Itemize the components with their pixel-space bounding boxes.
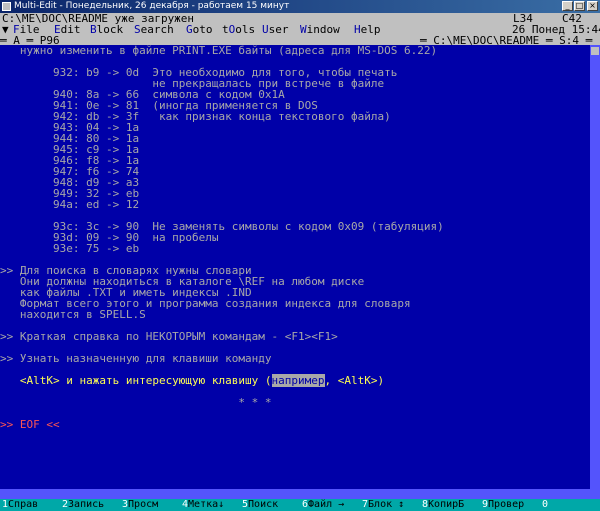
- text-line: находится в SPELL.S: [0, 308, 146, 321]
- cursor-line-after: , <AltK>): [324, 374, 385, 387]
- text-line: >> Краткая справка по НЕКОТОРЫМ командам…: [0, 330, 338, 343]
- menu-goto[interactable]: Goto: [186, 24, 213, 35]
- function-key-bar: 1Справ 2Запись 3Просм 4Метка↓ 5Поиск 6Фа…: [0, 499, 600, 511]
- fkey-5[interactable]: 5Поиск: [242, 499, 278, 511]
- fkey-7[interactable]: 7Блок ↕: [362, 499, 404, 511]
- multi-edit-window: Multi-Edit - Понедельник, 26 декабря - р…: [0, 0, 600, 511]
- separator-stars: * * *: [0, 396, 272, 409]
- menu-search[interactable]: Search: [134, 24, 174, 35]
- cursor-line-before: <AltK> и нажать интересующую клавишу (: [0, 374, 272, 387]
- text-line: нужно изменить в файле PRINT.EXE байты (…: [0, 44, 438, 57]
- editor-area[interactable]: нужно изменить в файле PRINT.EXE байты (…: [0, 45, 590, 489]
- menu-window[interactable]: Window: [300, 24, 340, 35]
- text-line: 93e: 75 -> eb: [0, 242, 140, 255]
- menu-user[interactable]: User: [262, 24, 289, 35]
- menu-tools[interactable]: tOols: [222, 24, 255, 35]
- text-line: >> Узнать назначенную для клавиши команд…: [0, 352, 272, 365]
- close-button[interactable]: ×: [587, 1, 598, 11]
- fkey-3[interactable]: 3Просм: [122, 499, 158, 511]
- maximize-button[interactable]: □: [574, 1, 585, 11]
- fkey-6[interactable]: 6Файл →: [302, 499, 344, 511]
- cursor-line: <AltK> и нажать интересующую клавишу (на…: [0, 374, 385, 387]
- fkey-1[interactable]: 1Справ: [2, 499, 38, 511]
- vertical-scrollbar[interactable]: [590, 45, 600, 489]
- fkey-0[interactable]: 0: [542, 499, 548, 511]
- app-icon[interactable]: [2, 2, 11, 11]
- menu-help[interactable]: Help: [354, 24, 381, 35]
- scrollbar-thumb[interactable]: [591, 47, 599, 55]
- eof-marker: >> EOF <<: [0, 418, 60, 431]
- fkey-9[interactable]: 9Провер: [482, 499, 524, 511]
- fkey-8[interactable]: 8КопирБ: [422, 499, 464, 511]
- selected-text[interactable]: например: [271, 374, 325, 387]
- fkey-2[interactable]: 2Запись: [62, 499, 104, 511]
- menu-block[interactable]: Block: [90, 24, 123, 35]
- fkey-4[interactable]: 4Метка↓: [182, 499, 224, 511]
- text-line: 94a: ed -> 12: [0, 198, 140, 211]
- horizontal-scrollbar[interactable]: [0, 489, 600, 499]
- minimize-button[interactable]: _: [562, 1, 573, 11]
